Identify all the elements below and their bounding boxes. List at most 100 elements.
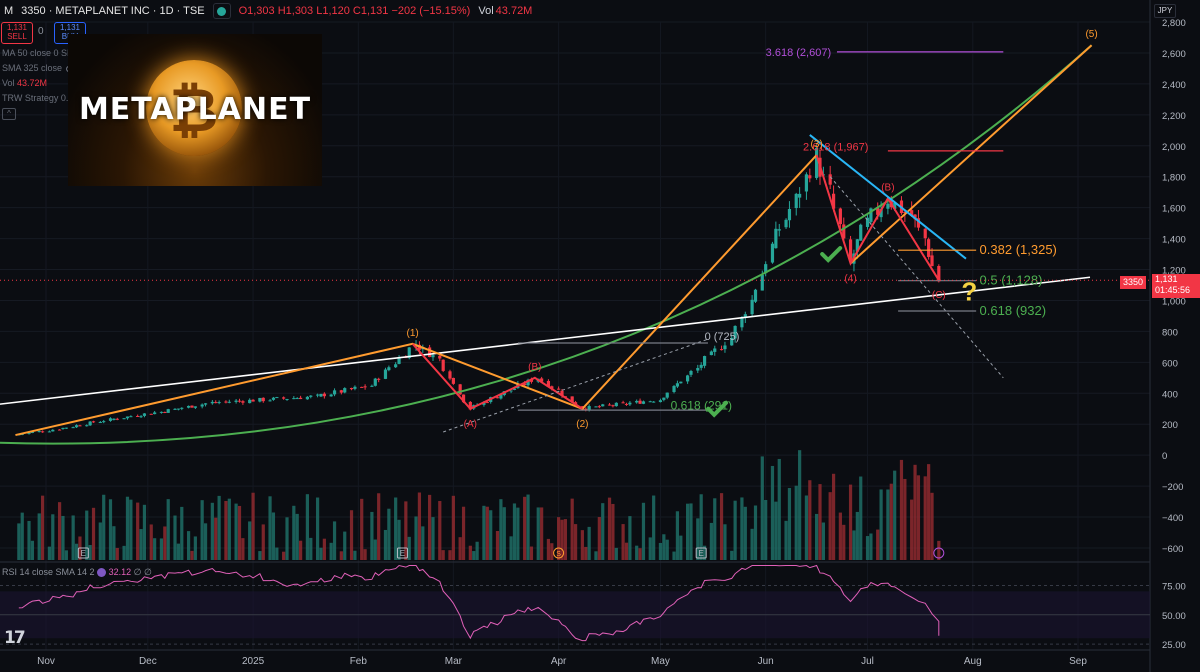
volume-bar [760,456,764,560]
volume-bar [234,503,238,560]
x-tick-label: May [651,656,670,667]
candle-body [808,175,812,179]
fib-label: 0 (725) [705,331,740,343]
y-tick-label: 1,800 [1162,173,1186,184]
volume-bar [309,537,313,560]
candle-body [319,393,323,397]
candle-body [804,174,809,192]
candle-body [709,351,713,356]
volume-bar [299,540,303,560]
y-tick-label: 1,000 [1162,296,1186,307]
candle-body [770,243,775,263]
volume-bar [27,520,31,560]
currency-selector[interactable]: JPY [1154,4,1176,18]
volume-bar [859,476,863,560]
candle-body [686,375,690,382]
volume-bar [652,495,656,560]
volume-bar [292,505,296,560]
volume-bar [927,464,931,560]
volume-bar [828,492,832,560]
volume-bar [804,495,809,560]
candle-body [309,395,313,397]
candle-body [377,378,381,380]
rsi-tick-label: 25.00 [1162,640,1186,651]
volume-bar [61,515,65,560]
volume-bar [597,517,601,560]
candle-body [78,425,82,427]
volume-bar [753,505,758,560]
volume-bar [601,503,605,560]
ohlc-readout: O1,303 H1,303 L1,120 C1,131 −202 (−15.15… [238,5,471,17]
candle-body [299,397,303,400]
elliott-label: (3) [810,139,822,150]
volume-bar [743,506,747,560]
y-tick-label: 600 [1162,358,1178,369]
candle-body [102,421,106,423]
volume-bar [516,507,520,560]
candle-body [753,289,758,302]
volume-bar [417,492,422,560]
candle-body [774,228,778,249]
volume-bar [248,521,252,560]
candle-body [217,402,221,404]
volume-bar [472,551,476,560]
volume-bar [129,499,133,560]
volume-bar [540,507,544,560]
rsi-legend[interactable]: RSI 14 close SMA 14 2 32.12 ∅ ∅ [2,567,152,578]
sell-label: SELL [7,32,27,41]
candle-body [142,413,147,416]
tradingview-logo[interactable]: 17 [4,628,26,648]
volume-bar [353,550,357,560]
x-tick-label: Jun [758,656,774,667]
volume-bar [282,551,286,560]
candle-body [176,408,180,410]
collapse-legend-icon[interactable]: ^ [2,108,16,120]
candle-body [234,400,238,402]
volume-bar [865,536,870,560]
volume-bar [509,536,513,560]
candle-body [699,364,703,368]
candle-body [251,399,255,402]
symbol-title[interactable]: 3350 · METAPLANET INC · 1D · TSE [21,5,204,17]
volume-bar [224,500,228,560]
candle-body [662,397,666,400]
volume-bar [115,547,119,560]
market-status-icon[interactable] [212,3,231,19]
volume-bar [889,483,893,560]
candle-body [672,386,676,393]
volume-bar [153,538,157,560]
candle-body [638,400,642,404]
volume-bar [159,538,164,560]
sell-price: 1,131 [6,23,28,32]
candle-body [607,404,612,406]
rsi-settings-icon[interactable] [97,568,107,578]
candle-body [285,399,289,401]
volume-bar [88,545,92,560]
volume-bar [489,510,493,560]
candle-body [74,425,79,428]
volume-bar [51,514,55,560]
volume-bar [475,541,479,560]
volume-bar [163,526,167,560]
candle-body [214,402,218,404]
volume-bar [641,502,646,560]
sell-button[interactable]: 1,131 SELL [1,22,33,44]
volume-bar [611,503,615,560]
candle-body [349,388,354,390]
fib-label: 0.618 (932) [980,303,1047,318]
volume-bar [546,538,551,560]
volume-bar [798,450,802,560]
volume-bar [910,499,914,560]
candle-body [353,386,357,389]
volume-bar [723,524,727,560]
volume-bar [370,511,374,560]
candle-body [203,403,208,405]
candle-body [448,371,452,379]
volume-bar [407,536,411,560]
candle-body [360,386,364,388]
elliott-label: (B) [881,182,894,193]
candle-body [557,388,561,390]
candle-body [122,418,126,420]
candle-body [88,421,92,426]
volume-bar [203,523,208,560]
